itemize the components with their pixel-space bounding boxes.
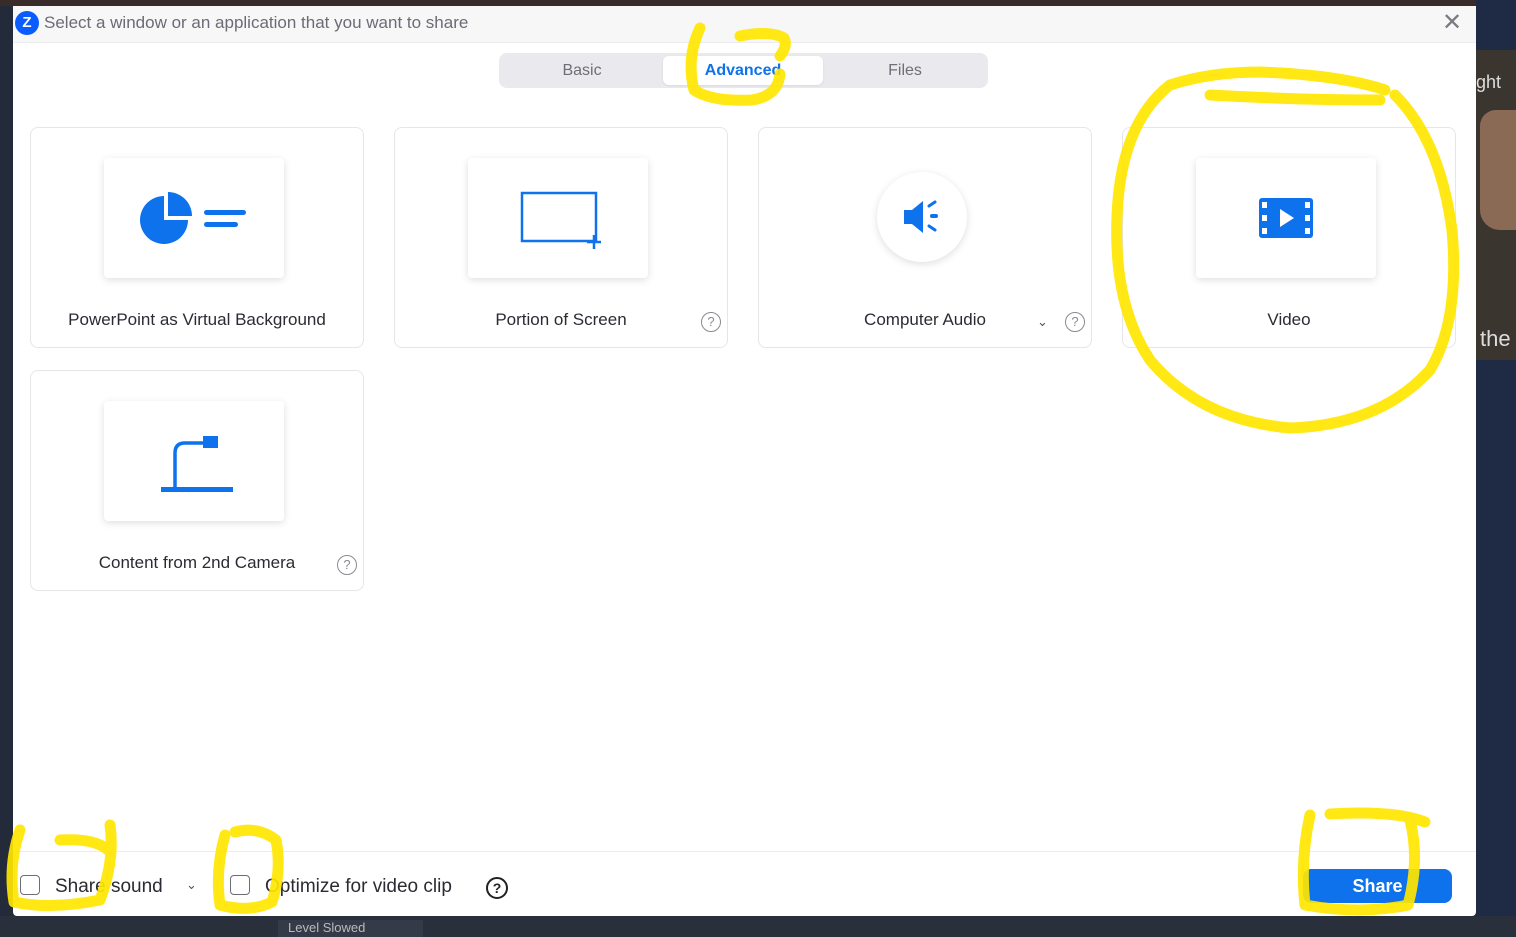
option-second-camera[interactable]: Content from 2nd Camera ?	[30, 370, 364, 591]
participant-face	[1480, 110, 1516, 230]
close-icon[interactable]: ✕	[1439, 10, 1465, 36]
share-sound-label: Share sound	[55, 876, 163, 897]
option-thumbnail	[104, 401, 284, 521]
share-tabs: Basic Advanced Files	[499, 53, 988, 88]
zoom-app-icon: Z	[15, 11, 39, 35]
option-label: Portion of Screen	[495, 310, 627, 329]
document-camera-icon	[161, 436, 233, 492]
tab-advanced[interactable]: Advanced	[663, 56, 823, 85]
option-label: Video	[1267, 310, 1311, 329]
option-video[interactable]: Video	[1122, 127, 1456, 348]
help-icon[interactable]: ?	[337, 555, 357, 575]
background-bottom-bar: Level Slowed	[0, 916, 1516, 937]
help-icon[interactable]: ?	[486, 877, 508, 899]
optimize-video-label: Optimize for video clip	[265, 876, 452, 897]
title-bar: Z Select a window or an application that…	[13, 6, 1476, 43]
optimize-video-checkbox[interactable]	[230, 875, 250, 895]
background-bottom-strip: Level Slowed	[278, 920, 423, 937]
option-thumbnail	[1196, 158, 1376, 278]
chevron-down-icon[interactable]: ⌄	[186, 877, 197, 893]
background-meeting-gallery: ght the	[1476, 0, 1516, 937]
option-thumbnail	[468, 158, 648, 278]
option-label: PowerPoint as Virtual Background	[68, 310, 326, 329]
option-portion-of-screen[interactable]: Portion of Screen ?	[394, 127, 728, 348]
chevron-down-icon[interactable]: ⌄	[1037, 314, 1051, 329]
video-film-icon	[1259, 198, 1313, 238]
screen-portion-icon	[520, 191, 601, 249]
tab-files[interactable]: Files	[825, 56, 985, 85]
share-screen-dialog: Z Select a window or an application that…	[13, 6, 1476, 916]
background-text-top: ght	[1476, 72, 1502, 92]
footer-divider	[13, 851, 1476, 852]
option-label: Content from 2nd Camera	[98, 553, 296, 572]
dialog-title: Select a window or an application that y…	[44, 13, 469, 32]
share-sound-checkbox[interactable]	[20, 875, 40, 895]
option-thumbnail	[104, 158, 284, 278]
option-thumbnail	[877, 172, 967, 262]
option-computer-audio[interactable]: Computer Audio ⌄ ?	[758, 127, 1092, 348]
help-icon[interactable]: ?	[701, 312, 721, 332]
share-button[interactable]: Share	[1303, 869, 1452, 903]
powerpoint-background-icon	[140, 192, 246, 244]
speaker-icon	[904, 200, 938, 233]
tab-basic[interactable]: Basic	[502, 56, 662, 85]
help-icon[interactable]: ?	[1065, 312, 1085, 332]
option-powerpoint-background[interactable]: PowerPoint as Virtual Background	[30, 127, 364, 348]
background-text-mid: the	[1480, 326, 1511, 351]
